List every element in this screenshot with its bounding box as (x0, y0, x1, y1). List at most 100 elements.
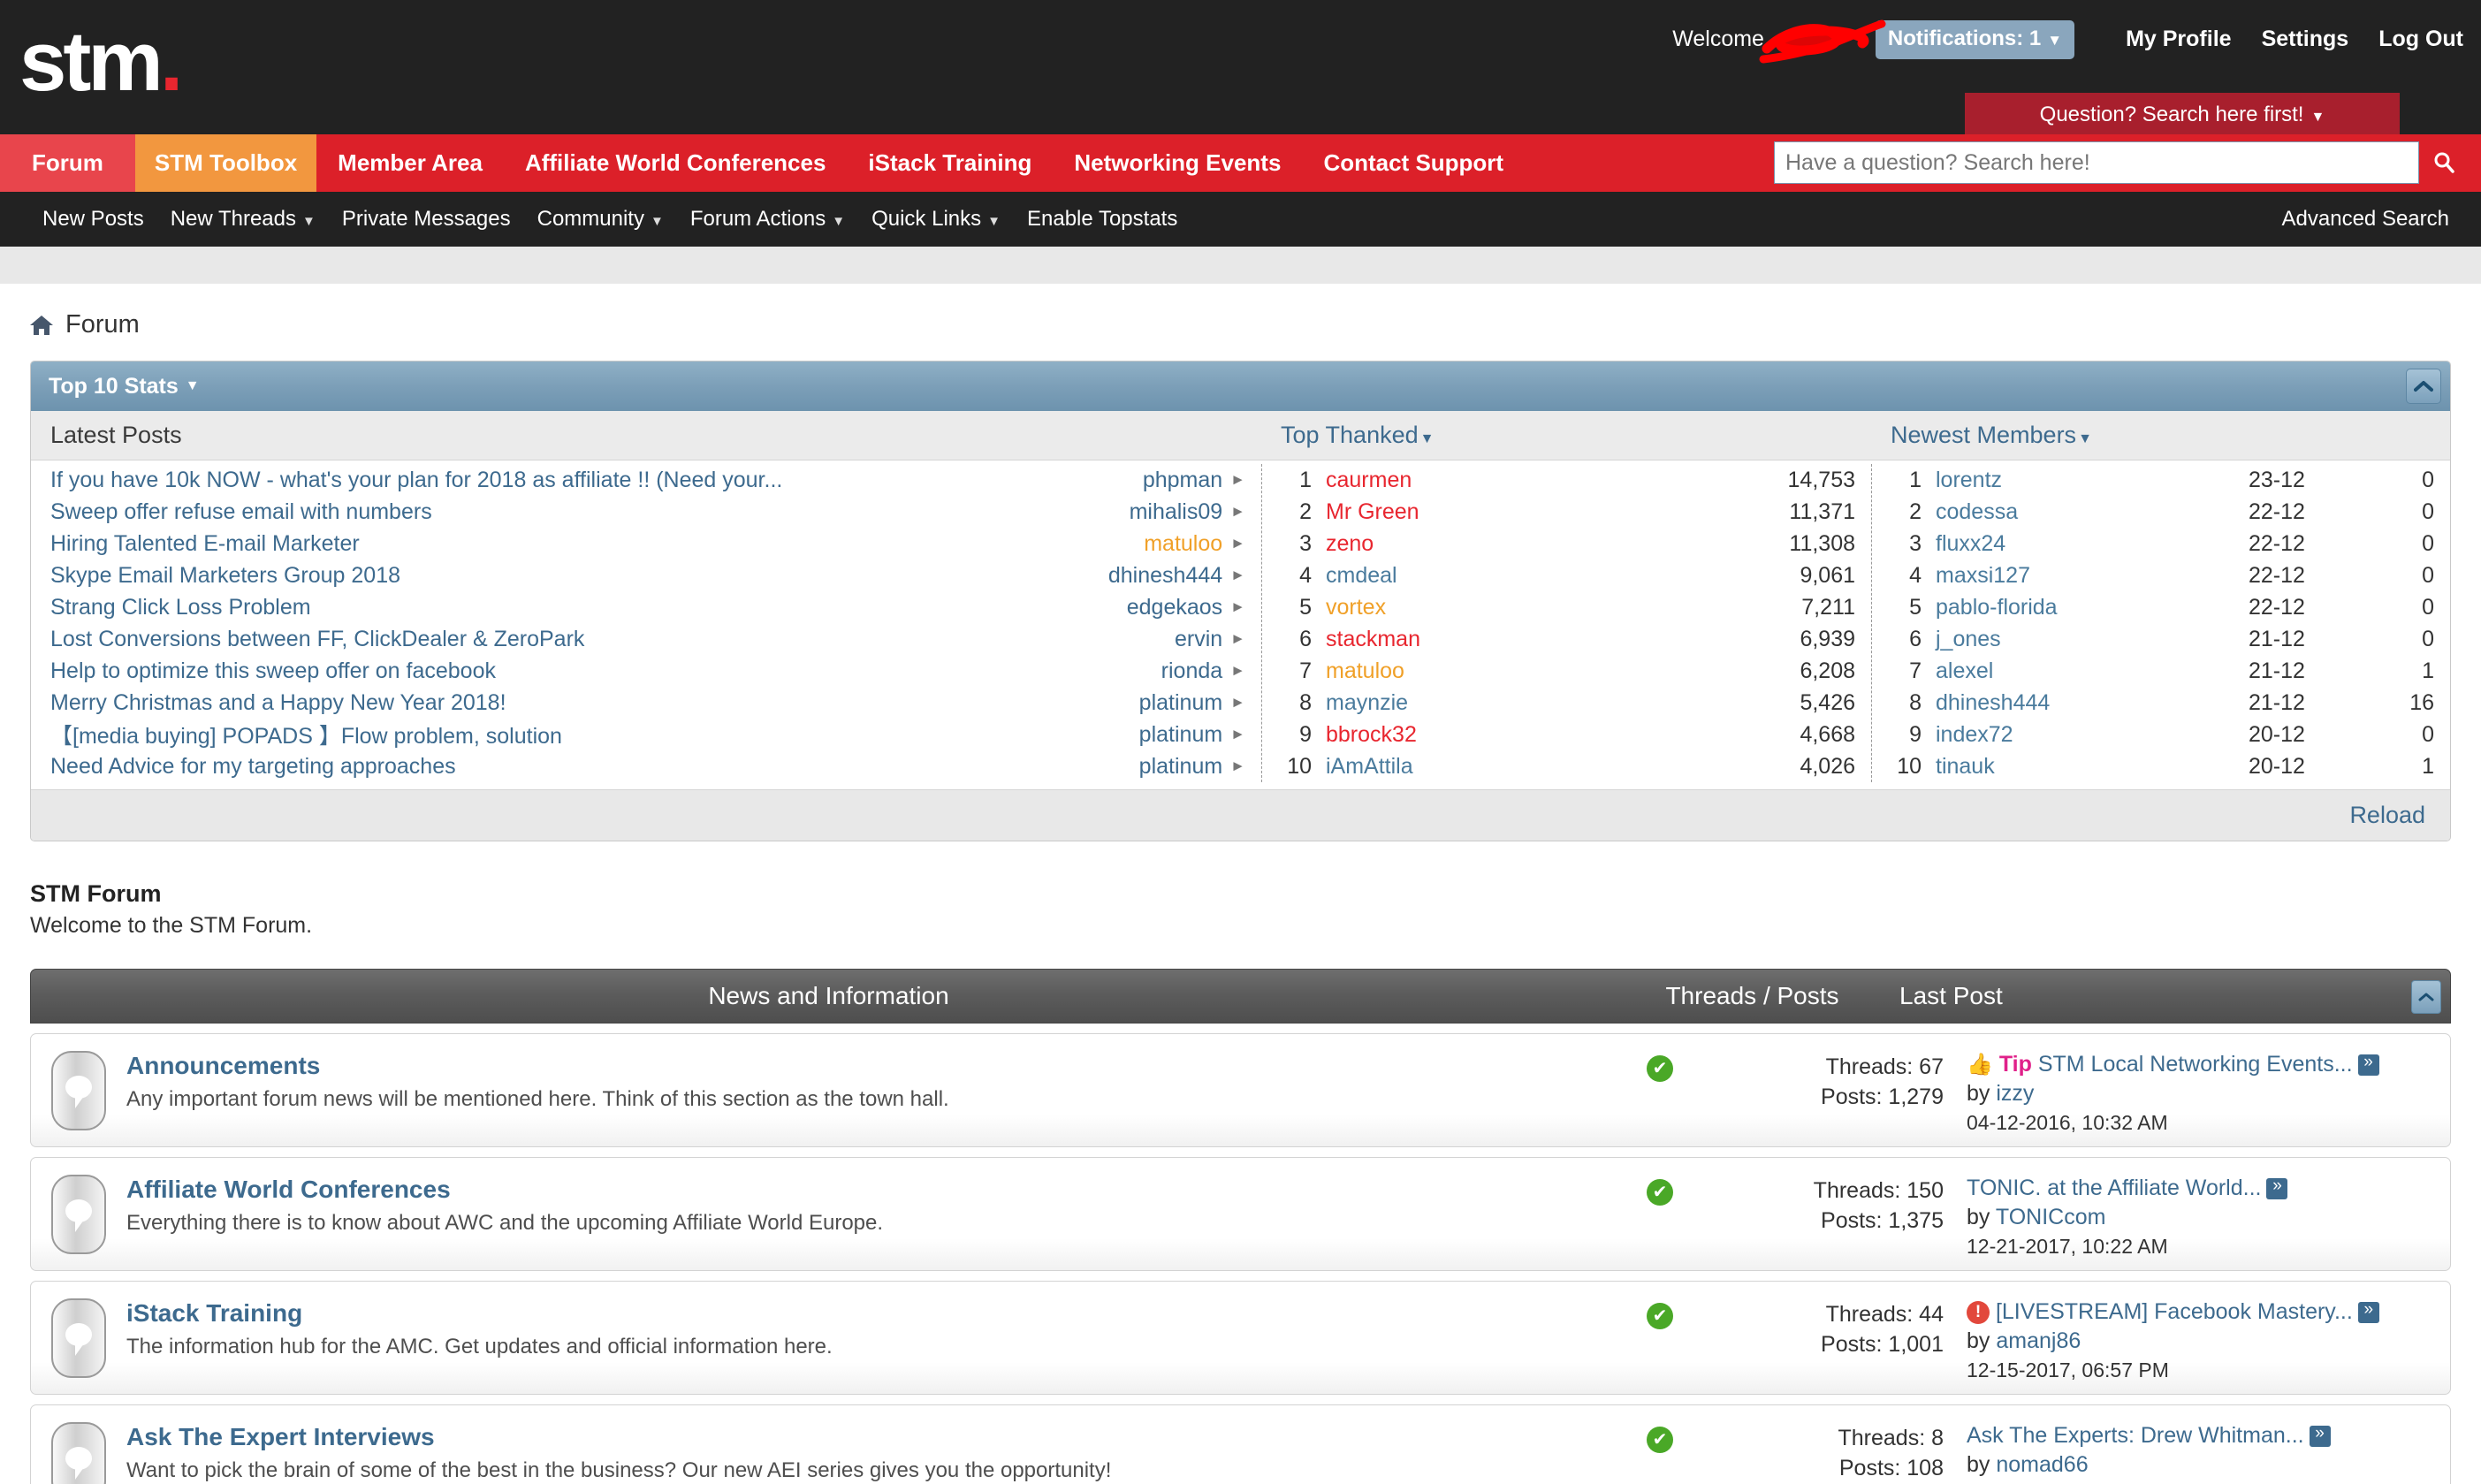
breadcrumb-label[interactable]: Forum (65, 310, 140, 339)
newest-member-name[interactable]: tinauk (1936, 754, 2249, 780)
latest-post-title[interactable]: Strang Click Loss Problem (50, 595, 1115, 620)
last-post-author-link[interactable]: amanj86 (1996, 1328, 2081, 1353)
top-thanked-name[interactable]: cmdeal (1326, 563, 1800, 589)
last-post-title-link[interactable]: Ask The Experts: Drew Whitman... (1967, 1423, 2304, 1448)
top-thanked-name[interactable]: maynzie (1326, 690, 1800, 716)
notifications-button[interactable]: Notifications: 1 ▼ (1875, 19, 2075, 59)
search-button[interactable] (2419, 141, 2469, 184)
goto-last-post-icon[interactable] (2357, 1298, 2379, 1324)
forum-name-link[interactable]: Ask The Expert Interviews (126, 1423, 435, 1451)
nav-item-networking-events[interactable]: Networking Events (1053, 134, 1302, 192)
latest-post-author[interactable]: platinum (1139, 722, 1223, 748)
reload-link[interactable]: Reload (2349, 802, 2425, 829)
goto-last-post-icon[interactable] (2309, 1422, 2331, 1448)
goto-last-post-icon[interactable] (2266, 1175, 2288, 1200)
chevron-down-icon[interactable]: ▼ (186, 378, 200, 394)
forum-name-link[interactable]: iStack Training (126, 1299, 302, 1328)
latest-post-title[interactable]: Hiring Talented E-mail Marketer (50, 531, 1131, 557)
latest-post-author[interactable]: mihalis09 (1130, 499, 1223, 525)
latest-post-author[interactable]: edgekaos (1127, 595, 1222, 620)
newest-member-name[interactable]: lorentz (1936, 468, 2249, 493)
forum-name-link[interactable]: Announcements (126, 1052, 320, 1080)
arrow-right-icon[interactable]: ► (1230, 567, 1245, 584)
nav-item-affiliate-world-conferences[interactable]: Affiliate World Conferences (504, 134, 847, 192)
latest-post-title[interactable]: Need Advice for my targeting approaches (50, 754, 1127, 780)
top-thanked-name[interactable]: caurmen (1326, 468, 1788, 493)
latest-post-author[interactable]: rionda (1161, 658, 1223, 684)
newest-member-name[interactable]: fluxx24 (1936, 531, 2249, 557)
subnav-private-messages[interactable]: Private Messages (342, 207, 511, 232)
top-thanked-name[interactable]: bbrock32 (1326, 722, 1800, 748)
column-header-top-thanked[interactable]: Top Thanked ▼ (1261, 422, 1871, 449)
arrow-right-icon[interactable]: ► (1230, 757, 1245, 775)
nav-item-contact-support[interactable]: Contact Support (1302, 134, 1525, 192)
arrow-right-icon[interactable]: ► (1230, 471, 1245, 489)
goto-last-post-icon[interactable] (2357, 1051, 2379, 1077)
category-collapse-button[interactable] (2411, 980, 2441, 1014)
my-profile-link[interactable]: My Profile (2126, 27, 2231, 52)
newest-member-name[interactable]: index72 (1936, 722, 2249, 748)
last-post-author-link[interactable]: nomad66 (1996, 1452, 2088, 1477)
column-header-newest-members[interactable]: Newest Members ▼ (1871, 422, 2450, 449)
arrow-right-icon[interactable]: ► (1230, 503, 1245, 521)
latest-post-title[interactable]: If you have 10k NOW - what's your plan f… (50, 468, 1130, 493)
site-logo[interactable]: stm. (19, 19, 183, 104)
log-out-link[interactable]: Log Out (2378, 27, 2463, 52)
settings-link[interactable]: Settings (2262, 27, 2349, 52)
newest-member-name[interactable]: alexel (1936, 658, 2249, 684)
top-thanked-name[interactable]: matuloo (1326, 658, 1800, 684)
last-post-title-link[interactable]: [LIVESTREAM] Facebook Mastery... (1996, 1299, 2353, 1324)
top-thanked-name[interactable]: zeno (1326, 531, 1789, 557)
latest-post-author[interactable]: matuloo (1144, 531, 1222, 557)
subnav-community[interactable]: Community ▼ (537, 207, 664, 232)
nav-item-stm-toolbox[interactable]: STM Toolbox (134, 134, 317, 192)
top-thanked-name[interactable]: stackman (1326, 627, 1800, 652)
subnav-forum-actions[interactable]: Forum Actions ▼ (690, 207, 845, 232)
last-post-title-link[interactable]: TONIC. at the Affiliate World... (1967, 1176, 2261, 1200)
top-thanked-row: 6 stackman 6,939 (1262, 623, 1871, 655)
latest-post-author[interactable]: platinum (1139, 754, 1223, 780)
latest-post-author[interactable]: phpman (1143, 468, 1222, 493)
newest-member-name[interactable]: maxsi127 (1936, 563, 2249, 589)
subnav-new-threads[interactable]: New Threads ▼ (171, 207, 316, 232)
last-post-title-link[interactable]: STM Local Networking Events... (2038, 1052, 2353, 1077)
nav-item-forum[interactable]: Forum (0, 134, 135, 192)
nav-item-member-area[interactable]: Member Area (316, 134, 504, 192)
arrow-right-icon[interactable]: ► (1230, 598, 1245, 616)
newest-member-name[interactable]: codessa (1936, 499, 2249, 525)
newest-member-name[interactable]: pablo-florida (1936, 595, 2249, 620)
latest-post-title[interactable]: Sweep offer refuse email with numbers (50, 499, 1117, 525)
subnav-enable-topstats[interactable]: Enable Topstats (1027, 207, 1177, 232)
arrow-right-icon[interactable]: ► (1230, 694, 1245, 712)
arrow-right-icon[interactable]: ► (1230, 662, 1245, 680)
arrow-right-icon[interactable]: ► (1230, 630, 1245, 648)
search-input[interactable] (1774, 141, 2419, 184)
latest-post-title[interactable]: 【[media buying] POPADS 】Flow problem, so… (50, 719, 1127, 750)
newest-member-name[interactable]: dhinesh444 (1936, 690, 2249, 716)
arrow-right-icon[interactable]: ► (1230, 726, 1245, 743)
last-post-author-link[interactable]: TONICcom (1996, 1205, 2106, 1229)
arrow-right-icon[interactable]: ► (1230, 535, 1245, 552)
latest-post-title[interactable]: Lost Conversions between FF, ClickDealer… (50, 627, 1162, 652)
home-icon[interactable] (28, 313, 55, 338)
stats-collapse-button[interactable] (2406, 369, 2441, 404)
latest-post-title[interactable]: Merry Christmas and a Happy New Year 201… (50, 690, 1127, 716)
latest-post-author[interactable]: platinum (1139, 690, 1223, 716)
question-search-button[interactable]: Question? Search here first! ▼ (1965, 93, 2400, 139)
search-area (1774, 141, 2469, 184)
last-post-author-link[interactable]: izzy (1996, 1081, 2034, 1106)
latest-post-title[interactable]: Skype Email Marketers Group 2018 (50, 563, 1096, 589)
latest-post-author[interactable]: dhinesh444 (1108, 563, 1222, 589)
advanced-search-link[interactable]: Advanced Search (2282, 207, 2449, 232)
top-thanked-name[interactable]: Mr Green (1326, 499, 1789, 525)
latest-post-title[interactable]: Help to optimize this sweep offer on fac… (50, 658, 1149, 684)
forum-name-link[interactable]: Affiliate World Conferences (126, 1176, 451, 1204)
top-thanked-name[interactable]: vortex (1326, 595, 1801, 620)
subnav-quick-links[interactable]: Quick Links ▼ (871, 207, 1001, 232)
latest-post-author[interactable]: ervin (1175, 627, 1222, 652)
top-thanked-name[interactable]: iAmAttila (1326, 754, 1800, 780)
nav-item-istack-training[interactable]: iStack Training (847, 134, 1053, 192)
subnav-new-posts[interactable]: New Posts (42, 207, 144, 232)
newest-member-posts: 0 (2422, 626, 2434, 651)
newest-member-name[interactable]: j_ones (1936, 627, 2249, 652)
